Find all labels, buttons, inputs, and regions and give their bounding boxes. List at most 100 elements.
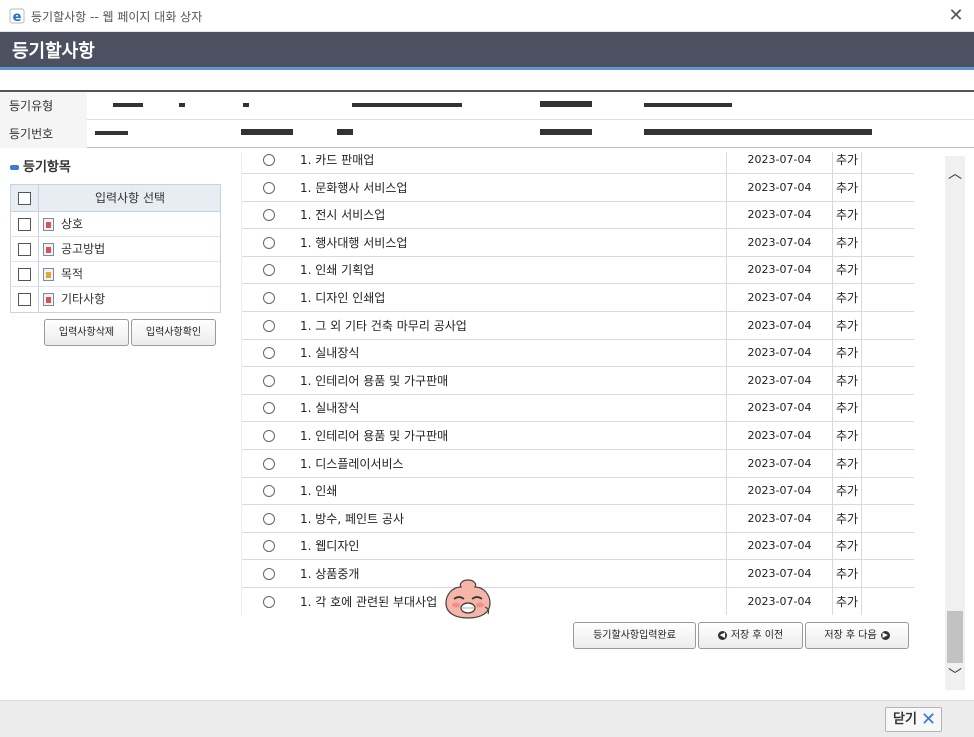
- row-radio[interactable]: [263, 457, 275, 470]
- registration-complete-button[interactable]: 등기할사항입력완료: [573, 622, 696, 649]
- row-radio[interactable]: [263, 568, 275, 580]
- bullet-icon: [10, 165, 19, 170]
- select-all-checkbox[interactable]: [18, 192, 31, 205]
- chevron-up-icon[interactable]: ︿: [945, 164, 965, 184]
- list-row[interactable]: 1. 방수, 페인트 공사 2023-07-04 추가: [242, 504, 914, 533]
- delete-input-button[interactable]: 입력사항삭제: [44, 319, 129, 346]
- item-checkbox[interactable]: [18, 293, 31, 306]
- document-edit-icon: [43, 268, 54, 281]
- redacted-value: [241, 129, 293, 135]
- cell-divider: [38, 287, 39, 312]
- row-radio[interactable]: [263, 512, 275, 525]
- row-date: 2023-07-04: [747, 401, 812, 415]
- list-row[interactable]: 1. 웹디자인 2023-07-04 추가: [242, 532, 914, 561]
- row-radio[interactable]: [263, 347, 275, 360]
- item-checkbox[interactable]: [18, 268, 31, 281]
- row-radio[interactable]: [263, 236, 275, 249]
- header-accent-line: [0, 67, 974, 70]
- list-row[interactable]: 1. 실내장식 2023-07-04 추가: [242, 394, 914, 423]
- ie-icon: e: [9, 8, 25, 24]
- row-date: 2023-07-04: [747, 153, 812, 166]
- close-button[interactable]: 닫기 ✕: [885, 707, 942, 732]
- item-checkbox[interactable]: [18, 243, 31, 256]
- item-select-header: 입력사항 선택: [11, 185, 220, 212]
- cell-divider: [861, 201, 862, 230]
- item-label[interactable]: 목적: [61, 262, 83, 287]
- item-label[interactable]: 기타사항: [61, 287, 105, 312]
- list-row[interactable]: 1. 각 호에 관련된 부대사업 2023-07-04 추가: [242, 587, 914, 615]
- row-status: 추가: [835, 346, 859, 361]
- save-next-button[interactable]: 저장 후 다음 ▶: [805, 622, 909, 649]
- info-label-type: 등기유형: [0, 92, 87, 120]
- item-label[interactable]: 공고방법: [61, 237, 105, 262]
- redacted-value: [644, 103, 732, 107]
- row-status: 추가: [835, 318, 859, 333]
- row-text: 1. 문화행사 서비스업: [300, 180, 408, 195]
- list-row[interactable]: 1. 상품중개 2023-07-04 추가: [242, 560, 914, 588]
- row-radio[interactable]: [263, 292, 275, 304]
- purpose-list: 1. 카드 판매업 2023-07-04 추가 1. 문화행사 서비스업 2023-07…: [241, 152, 914, 615]
- list-row[interactable]: 1. 문화행사 서비스업 2023-07-04 추가: [242, 173, 914, 202]
- save-prev-button[interactable]: ◀ 저장 후 이전: [698, 622, 803, 649]
- list-row[interactable]: 1. 디스플레이서비스 2023-07-04 추가: [242, 449, 914, 478]
- redacted-value: [540, 129, 592, 135]
- row-status: 추가: [835, 567, 859, 581]
- cell-divider: [861, 284, 862, 312]
- row-radio[interactable]: [263, 430, 275, 442]
- list-row[interactable]: 1. 실내장식 2023-07-04 추가: [242, 339, 914, 368]
- row-radio[interactable]: [263, 181, 275, 194]
- row-text: 1. 디스플레이서비스: [300, 456, 404, 471]
- row-radio[interactable]: [263, 485, 275, 498]
- vertical-scrollbar[interactable]: ︿ ﹀: [945, 156, 965, 690]
- row-status: 추가: [835, 539, 859, 554]
- list-row[interactable]: 1. 행사대행 서비스업 2023-07-04 추가: [242, 228, 914, 257]
- row-radio[interactable]: [263, 595, 275, 608]
- row-date: 2023-07-04: [747, 373, 812, 387]
- row-text: 1. 전시 서비스업: [300, 208, 386, 223]
- list-row[interactable]: 1. 인쇄 2023-07-04 추가: [242, 477, 914, 506]
- cell-divider: [861, 339, 862, 368]
- confirm-input-button[interactable]: 입력사항확인: [131, 319, 216, 346]
- cell-divider: [861, 173, 862, 202]
- item-checkbox[interactable]: [18, 218, 31, 231]
- row-radio[interactable]: [263, 154, 275, 166]
- cell-divider: [861, 256, 862, 285]
- item-select-table: 입력사항 선택 상호 공고방법 목적 기타사항: [10, 184, 221, 313]
- arrow-left-icon: ◀: [717, 630, 727, 640]
- list-row[interactable]: 1. 그 외 기타 건축 마무리 공사업 2023-07-04 추가: [242, 311, 914, 340]
- item-row-purpose[interactable]: 목적: [11, 262, 220, 287]
- list-row[interactable]: 1. 디자인 인쇄업 2023-07-04 추가: [242, 284, 914, 312]
- scrollbar-thumb[interactable]: [947, 611, 963, 663]
- row-radio[interactable]: [263, 264, 275, 277]
- item-row-sangho[interactable]: 상호: [11, 212, 220, 237]
- list-row[interactable]: 1. 카드 판매업 2023-07-04 추가: [242, 152, 914, 174]
- window-close-button[interactable]: ✕: [946, 6, 966, 26]
- row-radio[interactable]: [263, 374, 275, 387]
- row-date: 2023-07-04: [747, 567, 812, 580]
- row-radio[interactable]: [263, 319, 275, 332]
- row-status: 추가: [835, 429, 859, 443]
- dialog-footer: 닫기 ✕: [0, 700, 974, 737]
- list-row[interactable]: 1. 인테리어 용품 및 가구판매 2023-07-04 추가: [242, 366, 914, 395]
- row-date: 2023-07-04: [747, 539, 812, 553]
- list-row[interactable]: 1. 인쇄 기획업 2023-07-04 추가: [242, 256, 914, 285]
- row-text: 1. 실내장식: [300, 346, 360, 361]
- item-row-announcement[interactable]: 공고방법: [11, 237, 220, 262]
- page-title: 등기할사항: [12, 41, 95, 62]
- list-row[interactable]: 1. 인테리어 용품 및 가구판매 2023-07-04 추가: [242, 422, 914, 450]
- row-radio[interactable]: [263, 402, 275, 415]
- redacted-value: [95, 131, 128, 135]
- row-text: 1. 상품중개: [300, 567, 360, 581]
- row-date: 2023-07-04: [747, 594, 812, 608]
- item-row-other[interactable]: 기타사항: [11, 287, 220, 312]
- row-radio[interactable]: [263, 209, 275, 222]
- cell-divider: [861, 477, 862, 506]
- row-status: 추가: [835, 208, 859, 223]
- row-status: 추가: [835, 484, 859, 499]
- row-radio[interactable]: [263, 540, 275, 553]
- window-title: 등기할사항 -- 웹 페이지 대화 상자: [31, 10, 203, 24]
- list-row[interactable]: 1. 전시 서비스업 2023-07-04 추가: [242, 201, 914, 230]
- chevron-down-icon[interactable]: ﹀: [945, 666, 965, 686]
- item-label[interactable]: 상호: [61, 212, 83, 237]
- redacted-value: [113, 103, 143, 107]
